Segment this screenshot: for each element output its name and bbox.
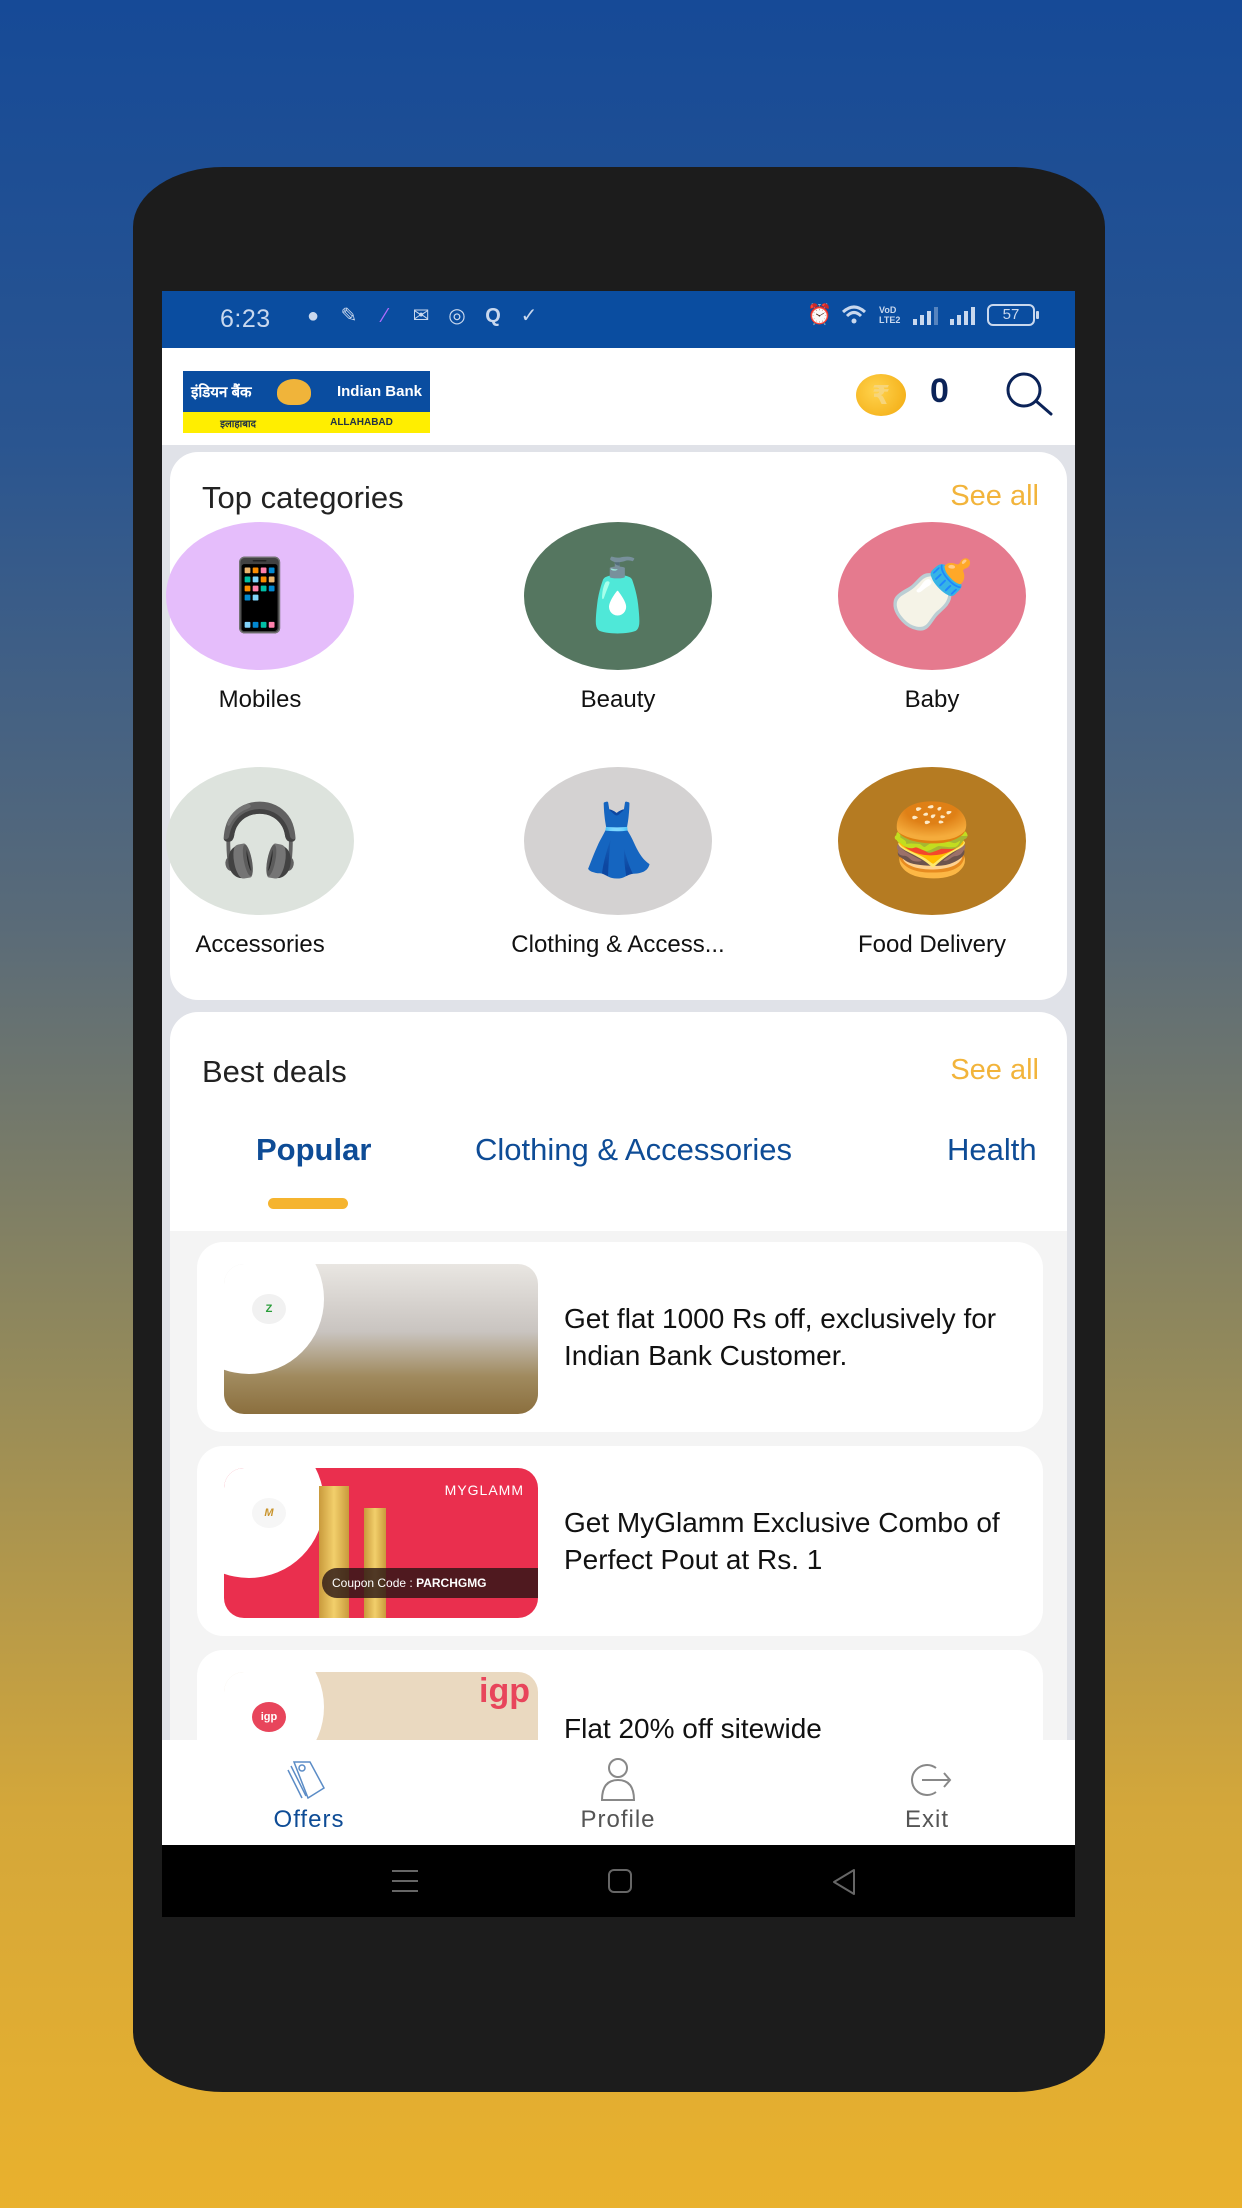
status-bar: 6:23 ● ✎ ⁄ ✉ ◎ Q ✓ ⏰ VoD LTE2 57 xyxy=(162,291,1075,348)
offer-text: Get MyGlamm Exclusive Combo of Perfect P… xyxy=(564,1507,1000,1575)
rupee-coin-icon[interactable]: ₹ xyxy=(856,374,906,416)
person-icon xyxy=(600,1758,636,1801)
coupon-code: PARCHGMG xyxy=(416,1576,487,1590)
signal-icon xyxy=(913,305,938,325)
outlook-icon: ✉ xyxy=(412,305,430,327)
offer-image: M MYGLAMM Coupon Code : PARCHGMG xyxy=(224,1468,538,1618)
quora-icon: Q xyxy=(485,305,501,327)
category-accessories[interactable]: 🎧 Accessories xyxy=(162,767,410,959)
coin-balance: 0 xyxy=(930,372,949,410)
coupon-code-banner: Coupon Code : PARCHGMG xyxy=(322,1568,538,1598)
system-navigation-bar xyxy=(162,1845,1075,1917)
check-icon: ✓ xyxy=(520,305,538,327)
zoomcar-logo-icon: Z xyxy=(252,1294,286,1324)
best-deals-section: Best deals See all Popular Clothing & Ac… xyxy=(170,1012,1067,1252)
chrome-icon: ◎ xyxy=(448,305,466,327)
chat-bubble-icon: ● xyxy=(306,305,320,327)
lipstick-image xyxy=(319,1486,349,1618)
system-icons: ⏰ VoD LTE2 57 xyxy=(807,304,1039,326)
signal-icon xyxy=(950,305,975,325)
best-deals-see-all-link[interactable]: See all xyxy=(950,1054,1039,1087)
lipstick-image xyxy=(364,1508,386,1618)
logo-english-sub: ALLAHABAD xyxy=(330,417,393,428)
home-button[interactable] xyxy=(606,1867,634,1895)
recents-button[interactable] xyxy=(390,1867,420,1895)
exit-icon xyxy=(911,1764,952,1796)
top-categories-see-all-link[interactable]: See all xyxy=(950,480,1039,513)
category-label: Mobiles xyxy=(218,686,302,713)
nav-exit[interactable]: Exit xyxy=(777,1740,1075,1845)
status-time: 6:23 xyxy=(220,305,271,333)
nav-profile[interactable]: Profile xyxy=(468,1740,768,1845)
dress-icon: 👗 xyxy=(524,767,712,915)
offer-card[interactable]: Z Get flat 1000 Rs off, exclusively for … xyxy=(197,1242,1043,1432)
active-tab-indicator xyxy=(268,1198,348,1209)
alarm-icon: ⏰ xyxy=(807,304,832,326)
nav-label: Profile xyxy=(580,1806,656,1833)
category-label: Baby xyxy=(904,686,960,713)
coupon-label: Coupon Code : xyxy=(332,1576,413,1590)
mobiles-icon: 📱 xyxy=(166,522,354,670)
tab-health[interactable]: Health xyxy=(947,1132,1037,1168)
tab-clothing-accessories[interactable]: Clothing & Accessories xyxy=(475,1132,792,1168)
category-clothing[interactable]: 👗 Clothing & Access... xyxy=(468,767,768,959)
volte-icon: VoD LTE2 xyxy=(879,305,901,325)
category-label: Food Delivery xyxy=(857,931,1007,958)
logo-hindi-name: इंडियन बैंक xyxy=(191,383,252,401)
app-header: इंडियन बैंक Indian Bank इलाहाबाद ALLAHAB… xyxy=(162,348,1075,445)
app-icon: ⁄ xyxy=(383,305,387,327)
nav-offers[interactable]: Offers xyxy=(162,1740,459,1845)
myglamm-logo-icon: M xyxy=(252,1498,286,1528)
app-screen: 6:23 ● ✎ ⁄ ✉ ◎ Q ✓ ⏰ VoD LTE2 57 इंडियन … xyxy=(162,291,1075,1917)
logo-english-name: Indian Bank xyxy=(336,383,422,400)
indian-bank-logo: इंडियन बैंक Indian Bank इलाहाबाद ALLAHAB… xyxy=(183,371,430,433)
app-icon: ✎ xyxy=(340,305,358,327)
igp-logo-icon: igp xyxy=(252,1702,286,1732)
wifi-icon xyxy=(841,305,867,324)
baby-icon: 🍼 xyxy=(838,522,1026,670)
notification-icons: ● ✎ ⁄ ✉ ◎ Q ✓ xyxy=(302,305,540,327)
offers-list[interactable]: Z Get flat 1000 Rs off, exclusively for … xyxy=(170,1231,1067,1840)
beauty-icon: 🧴 xyxy=(524,522,712,670)
offer-card[interactable]: M MYGLAMM Coupon Code : PARCHGMG Get MyG… xyxy=(197,1446,1043,1636)
deal-tabs: Popular Clothing & Accessories Health xyxy=(170,1132,1067,1192)
category-mobiles[interactable]: 📱 Mobiles xyxy=(162,522,410,714)
category-food-delivery[interactable]: 🍔 Food Delivery xyxy=(782,767,1075,959)
top-categories-section: Top categories See all 📱 Mobiles 🧴 Beaut… xyxy=(166,452,1067,1000)
category-label: Accessories xyxy=(195,931,325,958)
search-icon[interactable] xyxy=(1004,370,1054,420)
category-label: Beauty xyxy=(580,686,656,713)
offer-text: Get flat 1000 Rs off, exclusively for In… xyxy=(564,1303,997,1371)
igp-brand-text: igp xyxy=(479,1672,530,1710)
back-button[interactable] xyxy=(830,1867,858,1897)
category-label: Clothing & Access... xyxy=(511,931,725,958)
offer-image: Z xyxy=(224,1264,538,1414)
logo-hindi-sub: इलाहाबाद xyxy=(220,418,256,430)
battery-indicator: 57 xyxy=(987,304,1039,326)
nav-label: Offers xyxy=(273,1806,345,1833)
bottom-navigation: Offers Profile Exit xyxy=(162,1740,1075,1845)
headphones-icon: 🎧 xyxy=(166,767,354,915)
category-baby[interactable]: 🍼 Baby xyxy=(782,522,1075,714)
food-icon: 🍔 xyxy=(838,767,1026,915)
myglamm-brand-text: MYGLAMM xyxy=(444,1482,524,1498)
nav-label: Exit xyxy=(904,1806,949,1833)
best-deals-title: Best deals xyxy=(202,1054,347,1089)
top-categories-title: Top categories xyxy=(202,480,404,515)
bank-emblem-icon xyxy=(277,378,312,405)
tags-icon xyxy=(287,1761,325,1800)
tab-popular[interactable]: Popular xyxy=(256,1132,371,1168)
category-beauty[interactable]: 🧴 Beauty xyxy=(468,522,768,714)
